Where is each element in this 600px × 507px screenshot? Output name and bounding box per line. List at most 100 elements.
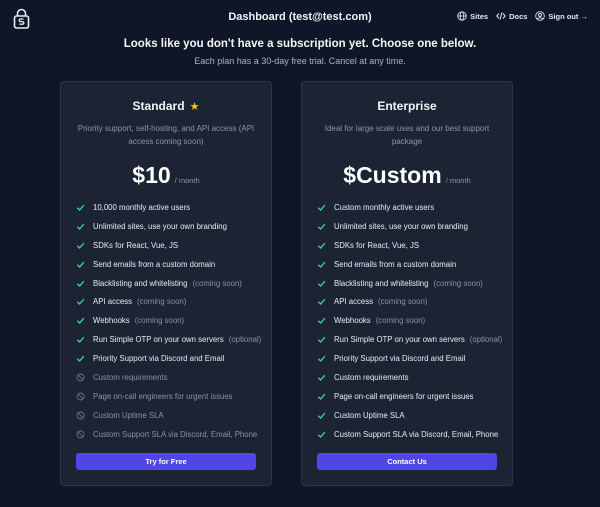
feature-item: Custom Uptime SLA <box>76 406 261 425</box>
feature-label: Blacklisting and whitelisting <box>93 278 188 288</box>
feature-item: Webhooks (coming soon) <box>317 311 502 330</box>
feature-note: (optional) <box>228 335 262 345</box>
feature-item: Send emails from a custom domain <box>317 255 502 274</box>
feature-item: Blacklisting and whitelisting (coming soo… <box>76 274 261 293</box>
check-icon <box>317 204 326 211</box>
plan-description: Priority support, self-hosting, and API … <box>77 124 255 146</box>
star-icon: ★ <box>189 101 200 113</box>
plan-name-row: Enterprise <box>302 99 512 113</box>
feature-item: 10,000 monthly active users <box>76 198 261 217</box>
feature-label: Priority Support via Discord and Email <box>334 354 466 364</box>
plan-description: Ideal for large scale uses and our best … <box>324 124 490 146</box>
nav-link-sites-label: Sites <box>470 11 489 21</box>
check-icon <box>317 280 326 287</box>
feature-label: Unlimited sites, use your own branding <box>93 221 227 231</box>
check-icon <box>317 336 326 344</box>
unavailable-icon <box>76 392 85 401</box>
plan-card-enterprise: Enterprise Ideal for large scale uses an… <box>301 81 513 486</box>
feature-item: Page on-call engineers for urgent issues <box>317 387 502 406</box>
check-icon <box>76 261 85 268</box>
feature-label: Webhooks <box>93 316 130 326</box>
feature-label: 10,000 monthly active users <box>93 202 191 212</box>
feature-item: Custom Support SLA via Discord, Email, P… <box>317 425 502 444</box>
check-icon <box>317 261 326 268</box>
feature-item: Custom monthly active users <box>317 198 502 217</box>
plan-price: $Custom <box>343 162 442 188</box>
feature-label: Webhooks <box>334 316 371 326</box>
check-icon <box>76 280 85 287</box>
plan-name: Standard <box>132 99 185 113</box>
top-nav: Dashboard (test@test.com) Sites Docs Sig… <box>0 0 600 34</box>
price-period: / month <box>445 176 471 185</box>
feature-label: SDKs for React, Vue, JS <box>334 240 420 250</box>
headline: Looks like you don't have a subscription… <box>123 38 477 50</box>
feature-item: SDKs for React, Vue, JS <box>317 236 502 255</box>
feature-label: Custom requirements <box>93 372 168 382</box>
feature-item: Custom requirements <box>317 368 502 387</box>
check-icon <box>317 431 326 438</box>
plan-name-row: Standard ★ <box>61 99 271 113</box>
feature-note: (coming soon) <box>375 316 426 326</box>
feature-label: API access <box>334 297 373 307</box>
feature-item: Blacklisting and whitelisting (coming soo… <box>317 274 502 293</box>
check-icon <box>317 317 326 325</box>
feature-label: Custom Support SLA via Discord, Email, P… <box>334 429 499 439</box>
check-icon <box>76 317 85 325</box>
check-icon <box>317 355 326 363</box>
try-for-free-button[interactable]: Try for Free <box>76 453 256 470</box>
feature-label: Custom Support SLA via Discord, Email, P… <box>93 429 258 439</box>
feature-item: Page on-call engineers for urgent issues <box>76 387 261 406</box>
feature-item: Run Simple OTP on your own servers (optio… <box>76 330 261 349</box>
feature-label: Custom monthly active users <box>334 202 435 212</box>
nav-link-sign-out[interactable]: Sign out → <box>535 11 588 21</box>
price-period: / month <box>174 176 200 185</box>
nav-link-sites[interactable]: Sites <box>457 11 488 21</box>
globe-icon <box>457 11 467 21</box>
check-icon <box>317 412 326 419</box>
plan-card-standard: Standard ★ Priority support, self-hosting… <box>60 81 272 486</box>
feature-label: Page on-call engineers for urgent issues <box>334 391 474 401</box>
plan-price: $10 <box>132 162 171 188</box>
feature-note: (optional) <box>469 335 503 345</box>
feature-label: Blacklisting and whitelisting <box>334 278 429 288</box>
feature-item: Unlimited sites, use your own branding <box>317 217 502 236</box>
feature-label: Run Simple OTP on your own servers <box>93 335 224 345</box>
feature-list: 10,000 monthly active users Unlimited sit… <box>76 198 261 444</box>
feature-item: API access (coming soon) <box>317 292 502 311</box>
feature-label: Page on-call engineers for urgent issues <box>93 391 233 401</box>
check-icon <box>317 242 326 249</box>
check-icon <box>317 374 326 381</box>
feature-item: Send emails from a custom domain <box>76 255 261 274</box>
feature-item: Unlimited sites, use your own branding <box>76 217 261 236</box>
nav-links: Sites Docs Sign out → <box>457 11 588 21</box>
feature-item: Custom Support SLA via Discord, Email, P… <box>76 425 261 444</box>
feature-note: (coming soon) <box>433 278 483 288</box>
feature-label: Custom Uptime SLA <box>93 410 164 420</box>
feature-item: Custom requirements <box>76 368 261 387</box>
feature-label: API access <box>93 297 132 307</box>
contact-us-button[interactable]: Contact Us <box>317 453 497 470</box>
unavailable-icon <box>76 373 85 382</box>
check-icon <box>76 355 85 363</box>
feature-label: Run Simple OTP on your own servers <box>334 335 465 345</box>
feature-note: (coming soon) <box>137 297 187 307</box>
subheadline: Each plan has a 30-day free trial. Cance… <box>194 56 406 66</box>
feature-note: (coming soon) <box>378 297 428 307</box>
plan-name: Enterprise <box>377 99 437 113</box>
nav-link-docs[interactable]: Docs <box>496 11 527 21</box>
price-row: $10/ month <box>61 162 271 189</box>
feature-label: Priority Support via Discord and Email <box>93 354 225 364</box>
feature-label: Send emails from a custom domain <box>334 259 457 269</box>
check-icon <box>317 223 326 230</box>
user-circle-icon <box>535 11 546 21</box>
feature-item: API access (coming soon) <box>76 292 261 311</box>
code-icon <box>496 12 506 20</box>
check-icon <box>317 393 326 400</box>
unavailable-icon <box>76 411 85 420</box>
feature-label: Send emails from a custom domain <box>93 259 216 269</box>
nav-link-sign-out-label: Sign out → <box>548 11 588 21</box>
feature-item: Run Simple OTP on your own servers (optio… <box>317 330 502 349</box>
price-row: $Custom / month <box>302 162 512 189</box>
feature-label: Unlimited sites, use your own branding <box>334 221 468 231</box>
feature-item: Webhooks (coming soon) <box>76 311 261 330</box>
